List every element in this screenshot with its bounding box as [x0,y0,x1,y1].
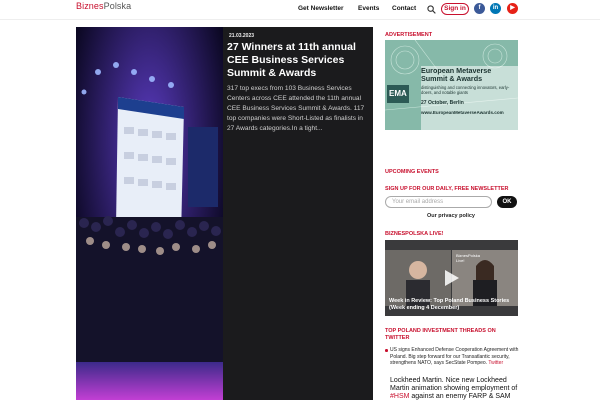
ad-date: 27 October, Berlin [421,100,464,106]
tweet-item[interactable]: US signs Enhanced Defense Cooperation Ag… [385,347,519,367]
hero-date: 21.03.2023 [229,33,255,39]
facebook-icon[interactable]: f [474,3,485,14]
newsletter-ok-button[interactable]: OK [497,196,517,208]
nav-events[interactable]: Events [358,5,379,12]
logo-part1: Biznes [76,1,104,11]
nav-contact[interactable]: Contact [392,5,416,12]
hero-title[interactable]: 27 Winners at 11th annual CEE Business S… [227,41,372,80]
tweet-source-link[interactable]: Twitter [488,360,503,366]
tweet-hashtag[interactable]: #HSM [390,393,409,400]
tweet-embed[interactable]: Lockheed Martin. Nice new Lockheed Marti… [390,377,520,401]
stage-photo-graphic [76,27,223,400]
ad-url: www.EuropeanMetaverseAwards.com [421,110,504,115]
hero-article-panel[interactable]: 21.03.2023 27 Winners at 11th annual CEE… [223,27,373,400]
video-thumbnail[interactable]: BiznesPolska Live! Week in Review: Top P… [385,240,518,316]
live-heading: BIZNESPOLSKA LIVE! [385,231,444,237]
linkedin-icon[interactable]: in [490,3,501,14]
search-icon[interactable] [427,5,436,14]
tweet-embed-text-2: against an enemy FARP & SAM [409,393,511,400]
advertisement-heading: ADVERTISEMENT [385,32,433,38]
site-logo[interactable]: BiznesPolska [76,1,131,11]
tweet-embed-text-1: Lockheed Martin. Nice new Lockheed Marti… [390,377,518,392]
ad-title: European Metaverse Summit & Awards [421,66,492,83]
ad-badge: EMA [389,89,407,98]
youtube-icon[interactable]: ▶ [507,3,518,14]
bullet-icon [385,349,388,352]
logo-part2: Polska [103,1,132,11]
hero-photo[interactable] [76,27,223,400]
video-brand: BiznesPolska Live! [456,253,481,263]
hero-excerpt: 317 top execs from 103 Business Services… [227,85,365,132]
newsletter-heading: SIGN UP FOR OUR DAILY, FREE NEWSLETTER [385,186,509,192]
advertisement-banner[interactable]: EMA European Metaverse Summit & Awards d… [385,40,518,130]
nav-get-newsletter[interactable]: Get Newsletter [298,5,344,12]
twitter-heading: TOP POLAND INVESTMENT THREADS ON TWITTER [385,328,496,341]
site-header: BiznesPolska Get Newsletter Events Conta… [0,0,600,20]
upcoming-events-heading[interactable]: UPCOMING EVENTS [385,169,439,175]
video-caption[interactable]: Week in Review: Top Poland Business Stor… [389,298,517,312]
ad-tagline: distinguishing and connecting innovators… [421,85,510,95]
email-field[interactable]: Your email address [385,196,492,208]
privacy-policy-link[interactable]: Our privacy policy [427,213,475,219]
signin-button[interactable]: Sign in [441,3,469,15]
